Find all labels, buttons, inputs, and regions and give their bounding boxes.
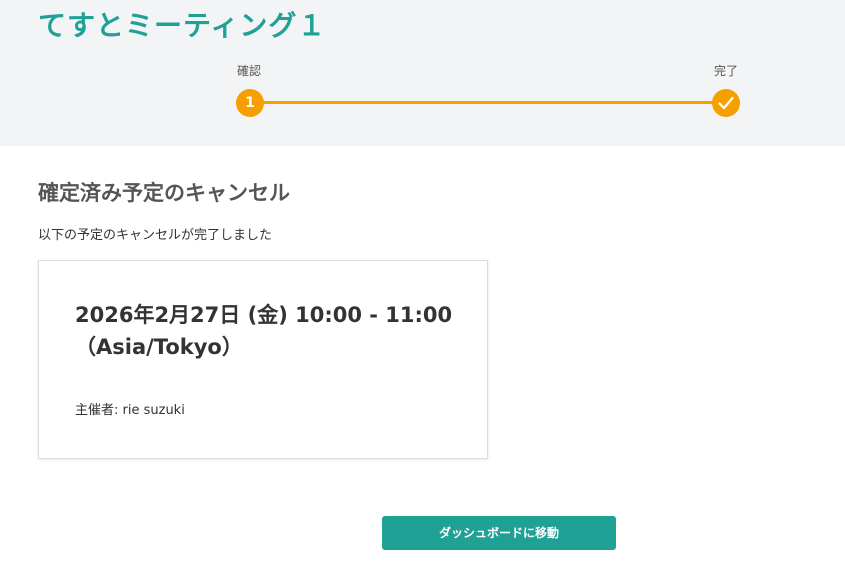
meeting-title: てすとミーティング１: [38, 9, 327, 42]
event-date-time-range: 2026年2月27日 (金) 10:00 - 11:00: [75, 303, 453, 327]
cancelled-event-card: 2026年2月27日 (金) 10:00 - 11:00 （Asia/Tokyo…: [38, 260, 488, 459]
header-band: てすとミーティング１ 確認 完了 1: [0, 0, 845, 146]
progress-line: [250, 101, 726, 104]
step-marker-complete: [712, 89, 740, 117]
step-label-confirm: 確認: [237, 64, 262, 78]
cancel-complete-message: 以下の予定のキャンセルが完了しました: [38, 228, 273, 243]
step-label-complete: 完了: [714, 64, 739, 78]
event-host: 主催者: rie suzuki: [75, 402, 185, 420]
section-title: 確定済み予定のキャンセル: [38, 181, 290, 205]
go-to-dashboard-button[interactable]: ダッシュボードに移動: [382, 516, 616, 550]
host-name: rie suzuki: [122, 403, 185, 418]
host-label: 主催者:: [75, 403, 123, 418]
event-datetime: 2026年2月27日 (金) 10:00 - 11:00 （Asia/Tokyo…: [75, 299, 475, 363]
check-icon: [718, 96, 734, 110]
step-marker-1: 1: [236, 89, 264, 117]
event-timezone: （Asia/Tokyo）: [75, 335, 243, 359]
